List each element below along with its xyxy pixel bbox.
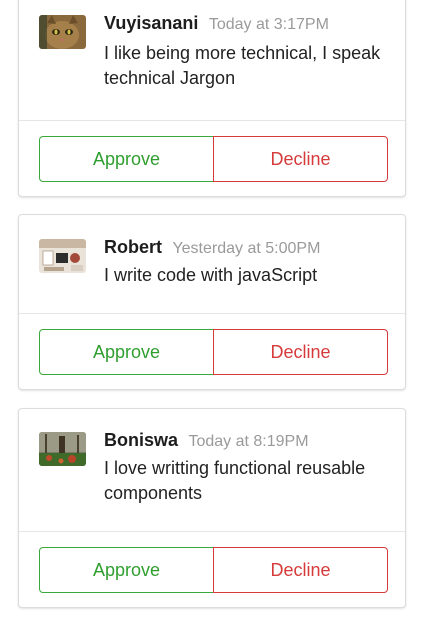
forest-photo-icon xyxy=(39,432,86,466)
request-card: Boniswa Today at 8:19PM I love writting … xyxy=(18,408,406,608)
approve-button[interactable]: Approve xyxy=(39,136,214,182)
decline-button[interactable]: Decline xyxy=(213,136,388,182)
avatar xyxy=(39,239,86,273)
message-header: Vuyisanani Today at 3:17PM xyxy=(104,13,329,34)
cat-photo-icon xyxy=(39,15,86,49)
decline-button[interactable]: Decline xyxy=(213,547,388,593)
request-card: Vuyisanani Today at 3:17PM I like being … xyxy=(18,0,406,197)
timestamp: Yesterday at 5:00PM xyxy=(172,240,321,257)
timestamp: Today at 8:19PM xyxy=(188,433,309,450)
message-header: Boniswa Today at 8:19PM xyxy=(104,430,309,451)
action-buttons: Approve Decline xyxy=(39,547,388,593)
approve-button[interactable]: Approve xyxy=(39,547,214,593)
action-buttons: Approve Decline xyxy=(39,329,388,375)
request-card: Robert Yesterday at 5:00PM I write code … xyxy=(18,214,406,390)
message-header: Robert Yesterday at 5:00PM xyxy=(104,237,320,258)
action-buttons: Approve Decline xyxy=(39,136,388,182)
approve-button[interactable]: Approve xyxy=(39,329,214,375)
author-name: Boniswa xyxy=(104,430,179,450)
author-name: Robert xyxy=(104,237,162,257)
message-text: I like being more technical, I speak tec… xyxy=(104,43,381,88)
divider xyxy=(19,313,405,314)
avatar xyxy=(39,432,86,466)
timestamp: Today at 3:17PM xyxy=(208,16,329,33)
message-text: I write code with javaScript xyxy=(104,265,318,285)
avatar xyxy=(39,15,86,49)
message-text: I love writting functional reusable comp… xyxy=(104,458,366,503)
author-name: Vuyisanani xyxy=(104,13,199,33)
desk-photo-icon xyxy=(39,239,86,273)
divider xyxy=(19,120,405,121)
divider xyxy=(19,531,405,532)
decline-button[interactable]: Decline xyxy=(213,329,388,375)
